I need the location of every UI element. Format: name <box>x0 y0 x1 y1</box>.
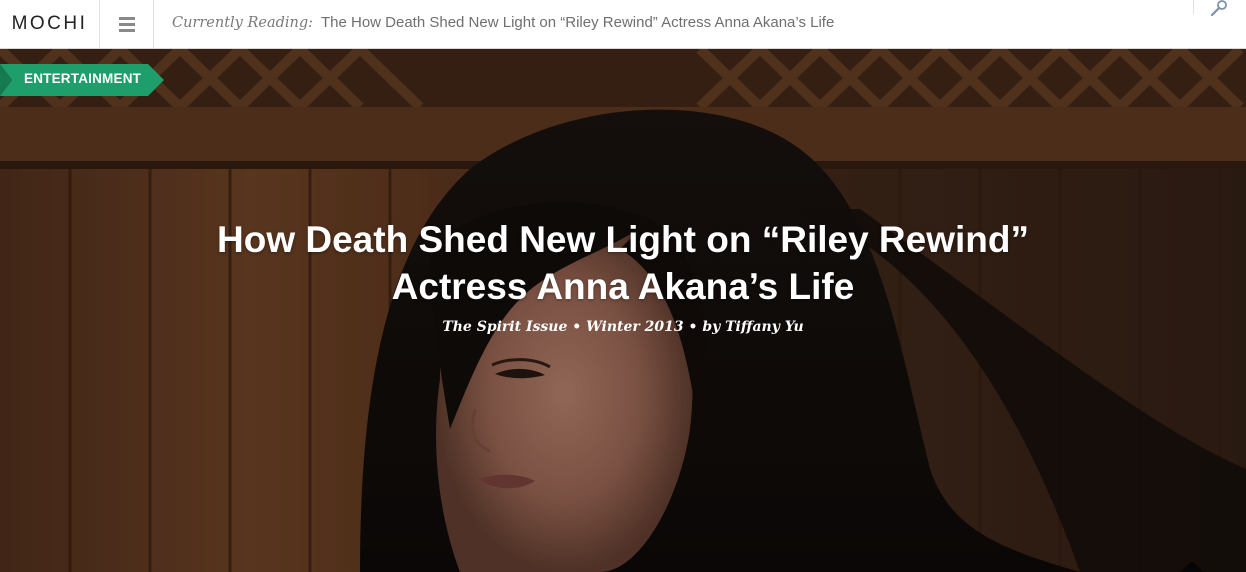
issue-season: Winter 2013 <box>586 319 684 335</box>
category-badge[interactable]: ENTERTAINMENT <box>0 64 164 96</box>
author-name[interactable]: by Tiffany Yu <box>702 319 803 335</box>
hamburger-menu-icon <box>118 16 135 32</box>
headline-line-1: How Death Shed New Light on “Riley Rewin… <box>217 219 1029 260</box>
article-byline: The Spirit Issue • Winter 2013 • by Tiff… <box>180 319 1066 335</box>
currently-reading-label: Currently Reading: <box>172 15 314 31</box>
search-icon[interactable] <box>1208 0 1230 17</box>
hero-feature[interactable]: ENTERTAINMENT How Death Shed New Light o… <box>0 49 1246 572</box>
currently-reading-title[interactable]: The How Death Shed New Light on “Riley R… <box>321 14 834 31</box>
site-logo[interactable]: MOCHI <box>0 0 100 48</box>
byline-separator: • <box>688 319 698 335</box>
top-navigation-bar: MOCHI Currently Reading: The How Death S… <box>0 0 1246 49</box>
currently-reading: Currently Reading: The How Death Shed Ne… <box>172 14 834 31</box>
menu-button[interactable] <box>100 0 154 48</box>
category-label: ENTERTAINMENT <box>24 71 142 86</box>
byline-separator: • <box>572 319 582 335</box>
headline-line-2: Actress Anna Akana’s Life <box>391 266 855 307</box>
hero-dim-overlay <box>0 49 1246 572</box>
issue-name[interactable]: The Spirit Issue <box>442 319 567 335</box>
article-headline[interactable]: How Death Shed New Light on “Riley Rewin… <box>180 216 1066 310</box>
